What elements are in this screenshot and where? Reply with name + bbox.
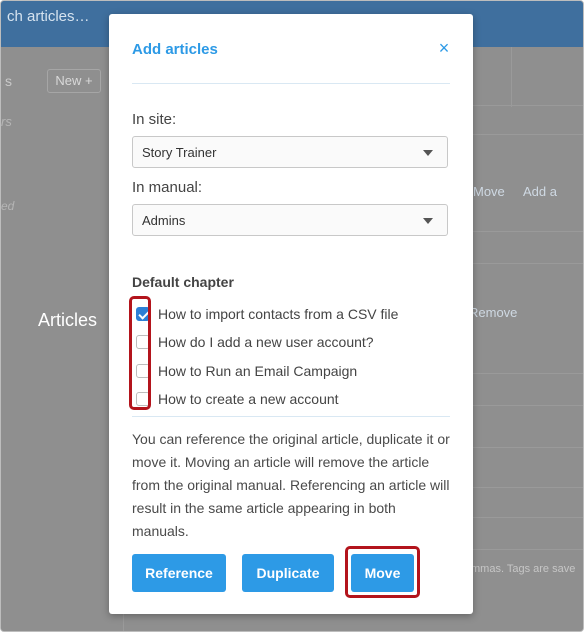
close-icon[interactable]: × [435, 38, 453, 58]
background-divider [471, 517, 583, 518]
background-label-fragment: rs [1, 114, 12, 129]
chevron-down-icon [423, 150, 433, 156]
site-select-value: Story Trainer [142, 145, 217, 160]
background-add-link: Add a [523, 184, 557, 199]
dialog-title: Add articles [132, 41, 218, 58]
app-window: ch articles… s New + rs ed Move Add a Re… [0, 0, 584, 632]
manual-label: In manual: [132, 179, 203, 196]
article-option-label: How do I add a new user account? [158, 334, 374, 350]
site-label: In site: [132, 111, 177, 128]
background-tags-hint: mmas. Tags are save [471, 563, 576, 575]
checkbox-highlight-annotation [129, 296, 151, 410]
add-articles-dialog: Add articles × In site: Story Trainer In… [109, 14, 473, 614]
dialog-description: You can reference the original article, … [132, 431, 450, 539]
background-label-fragment: ed [1, 199, 15, 213]
dialog-divider [132, 83, 450, 84]
chevron-down-icon [423, 218, 433, 224]
reference-button[interactable]: Reference [132, 554, 226, 592]
background-divider [471, 231, 583, 232]
duplicate-button[interactable]: Duplicate [242, 554, 334, 592]
default-chapter-heading: Default chapter [132, 274, 234, 290]
background-remove-link: Remove [469, 305, 518, 320]
background-divider [471, 134, 583, 135]
background-divider [511, 47, 512, 107]
background-divider [471, 405, 583, 406]
background-search-text: ch articles… [7, 8, 90, 25]
article-option-label: How to import contacts from a CSV file [158, 306, 399, 322]
manual-select-value: Admins [142, 213, 186, 228]
background-move-link: Move [473, 184, 505, 199]
background-new-button: New + [47, 69, 101, 93]
background-divider [471, 549, 583, 550]
background-divider [471, 487, 583, 488]
background-divider [471, 105, 583, 106]
manual-select[interactable]: Admins [132, 204, 448, 236]
background-divider [471, 447, 583, 448]
article-option-label: How to create a new account [158, 391, 339, 407]
dialog-divider [132, 416, 450, 417]
background-divider [471, 263, 583, 264]
articles-annotation-label: Articles [38, 310, 98, 330]
site-select[interactable]: Story Trainer [132, 136, 448, 168]
article-option-label: How to Run an Email Campaign [158, 363, 358, 379]
move-highlight-annotation [345, 546, 420, 598]
background-divider [471, 373, 583, 374]
background-heading-fragment: s [5, 73, 12, 89]
